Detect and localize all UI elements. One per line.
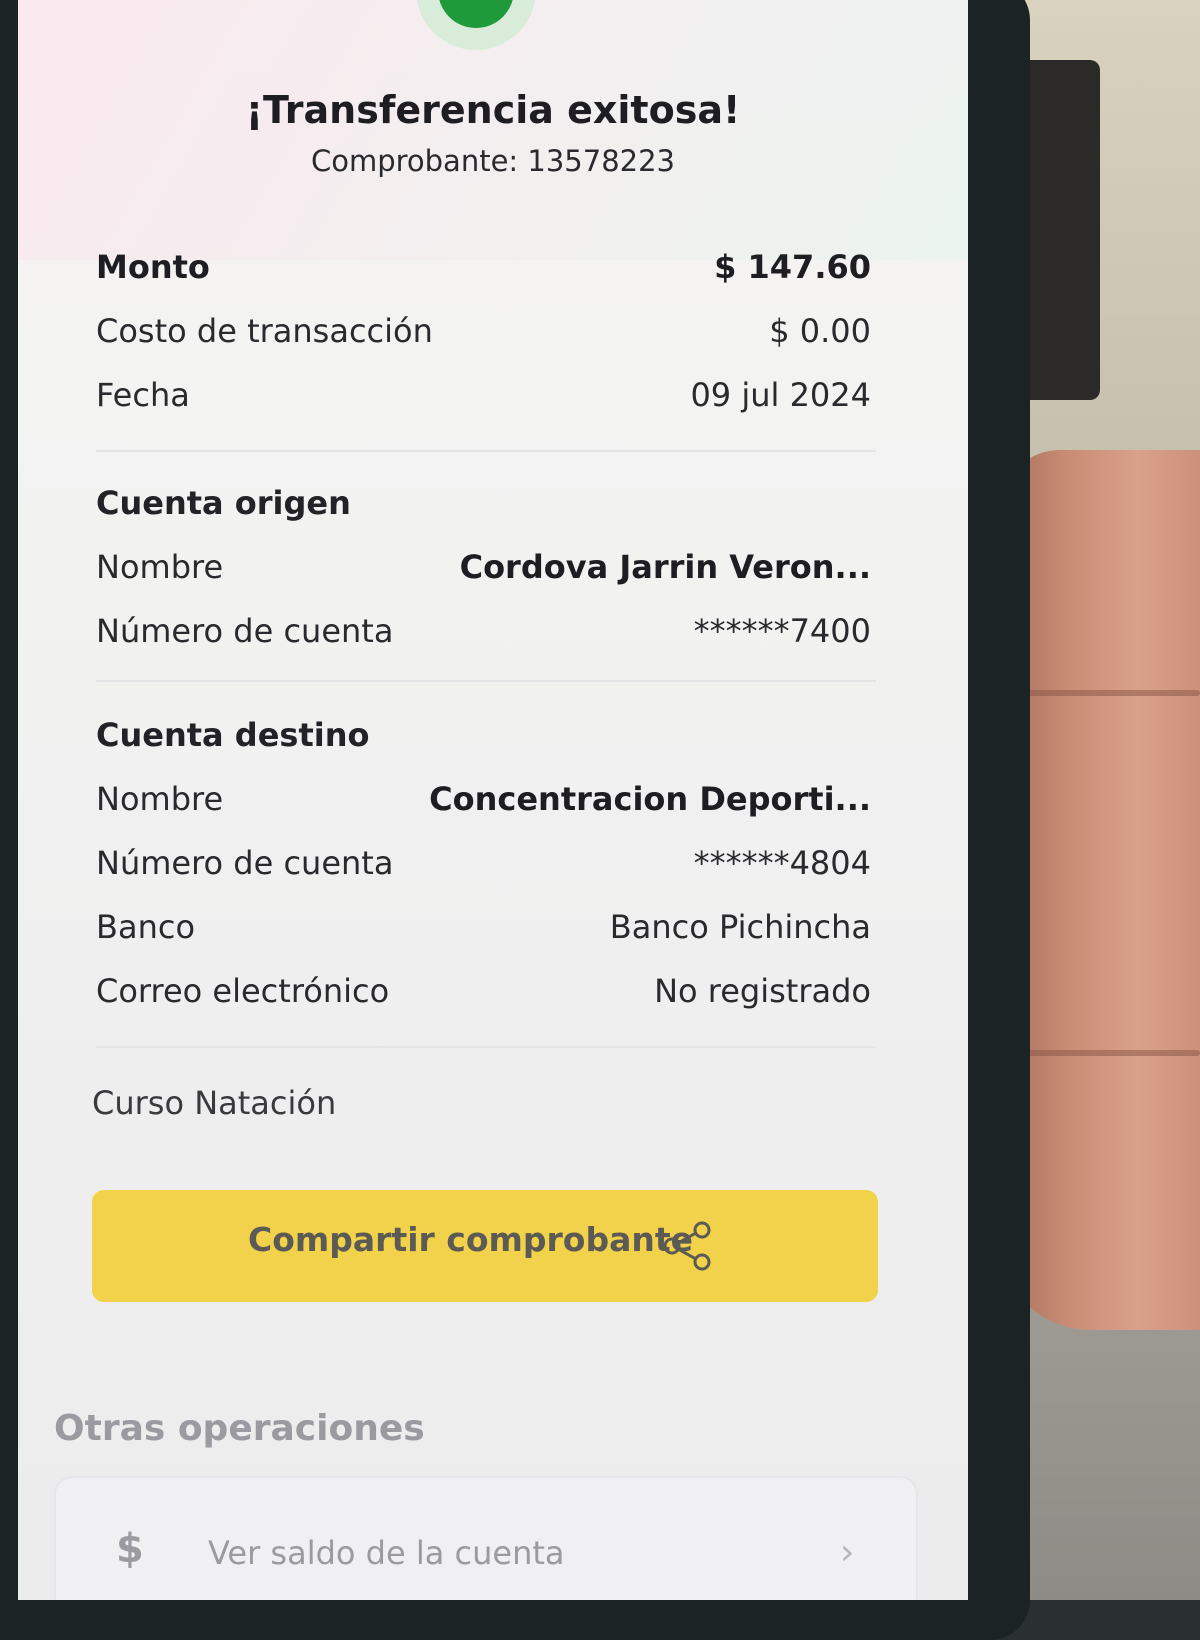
origin-name-label: Nombre bbox=[96, 548, 224, 586]
thumb-crease bbox=[1000, 690, 1200, 696]
destination-account-label: Número de cuenta bbox=[96, 844, 394, 882]
origin-row-account: Número de cuenta ******7400 bbox=[96, 612, 871, 662]
divider bbox=[96, 450, 876, 452]
other-operation-item[interactable]: $ Ver saldo de la cuenta › bbox=[54, 1476, 918, 1600]
origin-section-title: Cuenta origen bbox=[96, 484, 351, 522]
hand-thumb bbox=[1000, 450, 1200, 1330]
divider bbox=[96, 1046, 876, 1048]
destination-row-email: Correo electrónico No registrado bbox=[96, 972, 871, 1022]
chevron-right-icon: › bbox=[840, 1532, 855, 1573]
destination-account-value: ******4804 bbox=[693, 844, 871, 882]
origin-row-name: Nombre Cordova Jarrin Veron... bbox=[96, 548, 871, 598]
share-receipt-button[interactable]: Compartir comprobante bbox=[92, 1190, 878, 1302]
share-icon bbox=[663, 1221, 711, 1271]
fee-value: $ 0.00 bbox=[769, 312, 871, 350]
amount-label: Monto bbox=[96, 248, 210, 286]
success-check-circle bbox=[438, 0, 514, 28]
thumb-crease bbox=[1000, 1050, 1200, 1056]
divider bbox=[96, 680, 876, 682]
destination-name-label: Nombre bbox=[96, 780, 224, 818]
success-check-icon bbox=[416, 0, 536, 50]
origin-account-label: Número de cuenta bbox=[96, 612, 394, 650]
check-balance-label: Ver saldo de la cuenta bbox=[208, 1534, 565, 1572]
phone-screen: ¡Transferencia exitosa! Comprobante: 135… bbox=[18, 0, 968, 1600]
summary-row-date: Fecha 09 jul 2024 bbox=[96, 376, 871, 426]
destination-bank-label: Banco bbox=[96, 908, 196, 946]
destination-email-value: No registrado bbox=[654, 972, 871, 1010]
origin-account-value: ******7400 bbox=[693, 612, 871, 650]
summary-row-amount: Monto $ 147.60 bbox=[96, 248, 871, 298]
summary-row-fee: Costo de transacción $ 0.00 bbox=[96, 312, 871, 362]
date-label: Fecha bbox=[96, 376, 190, 414]
destination-name-value: Concentracion Deporti... bbox=[429, 780, 871, 818]
destination-row-name: Nombre Concentracion Deporti... bbox=[96, 780, 871, 830]
origin-name-value: Cordova Jarrin Veron... bbox=[459, 548, 871, 586]
destination-section-title: Cuenta destino bbox=[96, 716, 370, 754]
destination-row-account: Número de cuenta ******4804 bbox=[96, 844, 871, 894]
date-value: 09 jul 2024 bbox=[690, 376, 871, 414]
destination-bank-value: Banco Pichincha bbox=[609, 908, 871, 946]
dollar-icon: $ bbox=[116, 1526, 144, 1572]
page-title: ¡Transferencia exitosa! bbox=[245, 88, 741, 132]
transfer-description: Curso Natación bbox=[92, 1084, 337, 1122]
fee-label: Costo de transacción bbox=[96, 312, 433, 350]
receipt-number: Comprobante: 13578223 bbox=[310, 144, 676, 178]
share-receipt-label: Compartir comprobante bbox=[248, 1220, 694, 1259]
other-operations-title: Otras operaciones bbox=[54, 1408, 425, 1449]
destination-row-bank: Banco Banco Pichincha bbox=[96, 908, 871, 958]
amount-value: $ 147.60 bbox=[714, 248, 871, 286]
destination-email-label: Correo electrónico bbox=[96, 972, 390, 1010]
